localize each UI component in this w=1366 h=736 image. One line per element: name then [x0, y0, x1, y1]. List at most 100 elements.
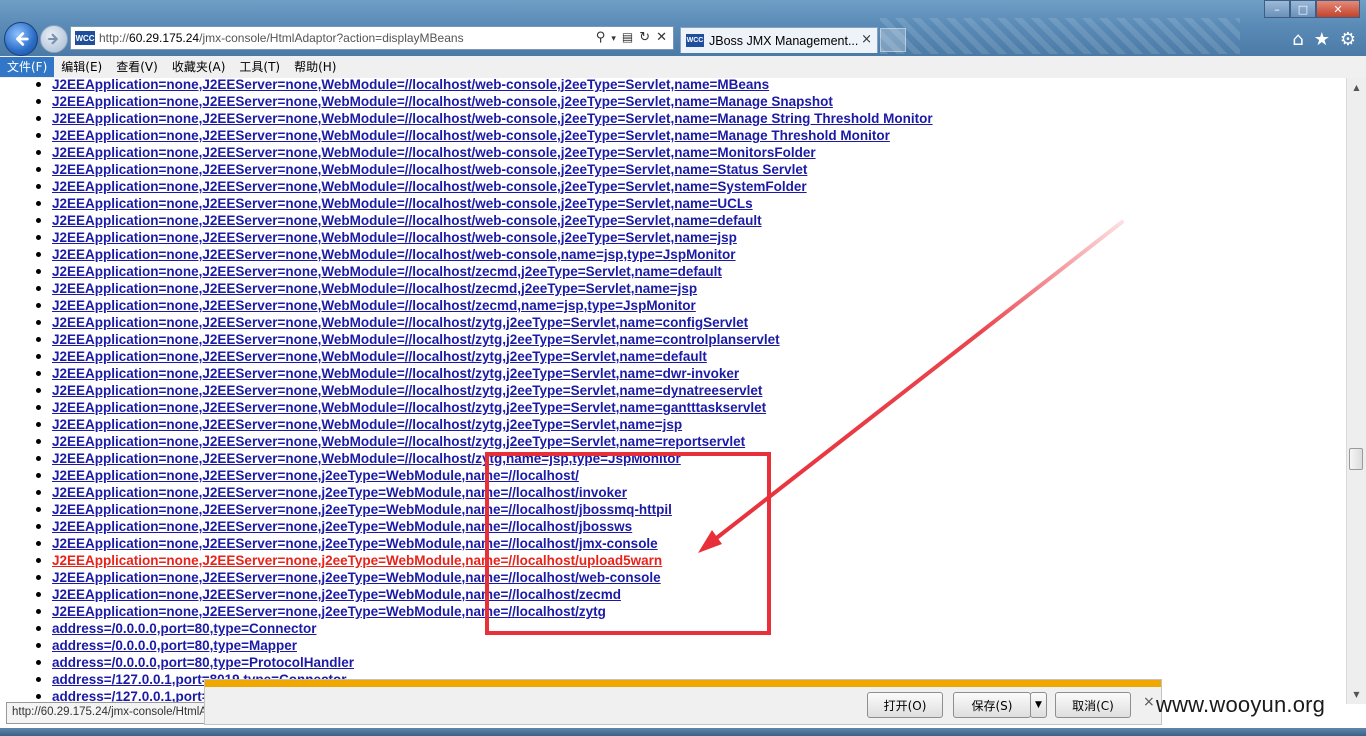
favorites-star-icon[interactable]: ★ [1314, 29, 1330, 50]
list-item: J2EEApplication=none,J2EEServer=none,Web… [34, 93, 933, 110]
mbean-link[interactable]: address=/0.0.0.0,port=80,type=ProtocolHa… [52, 655, 354, 670]
mbean-link[interactable]: J2EEApplication=none,J2EEServer=none,Web… [52, 196, 753, 211]
mbean-link[interactable]: J2EEApplication=none,J2EEServer=none,Web… [52, 145, 816, 160]
mbean-link[interactable]: J2EEApplication=none,J2EEServer=none,Web… [52, 230, 737, 245]
mbean-link[interactable]: J2EEApplication=none,J2EEServer=none,Web… [52, 162, 807, 177]
mbean-link[interactable]: J2EEApplication=none,J2EEServer=none,Web… [52, 434, 745, 449]
cancel-button[interactable]: 取消(C) [1055, 692, 1131, 718]
menu-item-1[interactable]: 编辑(E) [54, 57, 109, 77]
mbean-link[interactable]: J2EEApplication=none,J2EEServer=none,Web… [52, 349, 707, 364]
list-item: address=/0.0.0.0,port=80,type=ProtocolHa… [34, 654, 933, 671]
mbean-link[interactable]: J2EEApplication=none,J2EEServer=none,Web… [52, 111, 933, 126]
mbean-link[interactable]: J2EEApplication=none,J2EEServer=none,Web… [52, 383, 762, 398]
search-icon[interactable]: ⚲ [596, 30, 606, 48]
list-item: J2EEApplication=none,J2EEServer=none,j2e… [34, 518, 933, 535]
mbean-link[interactable]: J2EEApplication=none,J2EEServer=none,Web… [52, 179, 807, 194]
list-item: J2EEApplication=none,J2EEServer=none,Web… [34, 144, 933, 161]
tab-favicon-icon: WCC [686, 34, 704, 47]
list-item: J2EEApplication=none,J2EEServer=none,j2e… [34, 603, 933, 620]
mbean-link[interactable]: J2EEApplication=none,J2EEServer=none,j2e… [52, 587, 621, 602]
address-url[interactable]: http://60.29.175.24/jmx-console/HtmlAdap… [99, 31, 464, 45]
window-controls: – □ ✕ [1264, 0, 1360, 18]
mbean-link[interactable]: J2EEApplication=none,J2EEServer=none,Web… [52, 213, 762, 228]
list-item: J2EEApplication=none,J2EEServer=none,Web… [34, 450, 933, 467]
mbean-link[interactable]: J2EEApplication=none,J2EEServer=none,j2e… [52, 553, 662, 568]
mbean-link[interactable]: J2EEApplication=none,J2EEServer=none,Web… [52, 264, 722, 279]
mbean-link[interactable]: J2EEApplication=none,J2EEServer=none,Web… [52, 417, 682, 432]
scroll-down-arrow-icon[interactable]: ▼ [1349, 687, 1364, 702]
list-item: address=/0.0.0.0,port=80,type=Connector [34, 620, 933, 637]
compatibility-view-icon[interactable]: ▤ [622, 30, 633, 48]
browser-toolbar-icons: ⌂ ★ ⚙ [1292, 29, 1356, 50]
tab-jboss-jmx[interactable]: WCC JBoss JMX Management... × [680, 27, 878, 53]
save-button[interactable]: 保存(S) [953, 692, 1031, 718]
list-item: J2EEApplication=none,J2EEServer=none,j2e… [34, 552, 933, 569]
stop-icon[interactable]: ✕ [656, 30, 667, 48]
mbean-link[interactable]: J2EEApplication=none,J2EEServer=none,j2e… [52, 468, 579, 483]
menu-item-4[interactable]: 工具(T) [232, 57, 287, 77]
mbean-link[interactable]: J2EEApplication=none,J2EEServer=none,Web… [52, 247, 736, 262]
mbean-link[interactable]: J2EEApplication=none,J2EEServer=none,j2e… [52, 485, 627, 500]
tab-close-icon[interactable]: × [861, 32, 872, 47]
mbean-link[interactable]: address=/0.0.0.0,port=80,type=Mapper [52, 638, 297, 653]
menu-item-0[interactable]: 文件(F) [0, 57, 55, 77]
mbean-list: J2EEApplication=none,J2EEServer=none,Web… [34, 78, 933, 704]
mbean-link[interactable]: address=/0.0.0.0,port=80,type=Connector [52, 621, 316, 636]
download-notification-bar: 打开(O) 保存(S) ▼ 取消(C) × [204, 679, 1162, 725]
mbean-link[interactable]: J2EEApplication=none,J2EEServer=none,Web… [52, 78, 769, 92]
list-item: J2EEApplication=none,J2EEServer=none,Web… [34, 246, 933, 263]
address-bar[interactable]: WCC http://60.29.175.24/jmx-console/Html… [70, 26, 674, 50]
menu-item-2[interactable]: 查看(V) [109, 57, 165, 77]
menu-item-5[interactable]: 帮助(H) [287, 57, 343, 77]
mbean-link[interactable]: J2EEApplication=none,J2EEServer=none,Web… [52, 94, 833, 109]
new-tab-button[interactable] [880, 28, 906, 52]
download-message [223, 694, 783, 708]
mbean-link[interactable]: J2EEApplication=none,J2EEServer=none,Web… [52, 281, 697, 296]
minimize-button[interactable]: – [1264, 0, 1290, 18]
download-bar-stripe [205, 680, 1161, 687]
list-item: J2EEApplication=none,J2EEServer=none,Web… [34, 280, 933, 297]
forward-button[interactable] [40, 25, 68, 53]
scroll-up-arrow-icon[interactable]: ▲ [1349, 80, 1364, 95]
page-content: J2EEApplication=none,J2EEServer=none,Web… [0, 78, 1346, 704]
refresh-icon[interactable]: ↻ [639, 30, 650, 48]
tab-title: JBoss JMX Management... [709, 33, 859, 48]
vertical-scrollbar[interactable]: ▲ ▼ [1346, 78, 1366, 704]
mbean-link[interactable]: J2EEApplication=none,J2EEServer=none,Web… [52, 451, 681, 466]
mbean-link[interactable]: J2EEApplication=none,J2EEServer=none,Web… [52, 298, 696, 313]
list-item: J2EEApplication=none,J2EEServer=none,Web… [34, 195, 933, 212]
scrollbar-thumb[interactable] [1349, 448, 1363, 470]
list-item: J2EEApplication=none,J2EEServer=none,j2e… [34, 586, 933, 603]
list-item: J2EEApplication=none,J2EEServer=none,Web… [34, 212, 933, 229]
list-item: J2EEApplication=none,J2EEServer=none,Web… [34, 110, 933, 127]
mbean-link[interactable]: J2EEApplication=none,J2EEServer=none,j2e… [52, 536, 658, 551]
save-options-dropdown-icon[interactable]: ▼ [1030, 692, 1047, 718]
list-item: J2EEApplication=none,J2EEServer=none,Web… [34, 263, 933, 280]
open-button[interactable]: 打开(O) [867, 692, 943, 718]
maximize-button[interactable]: □ [1290, 0, 1316, 18]
mbean-link[interactable]: J2EEApplication=none,J2EEServer=none,Web… [52, 366, 739, 381]
list-item: J2EEApplication=none,J2EEServer=none,Web… [34, 229, 933, 246]
list-item: J2EEApplication=none,J2EEServer=none,Web… [34, 297, 933, 314]
list-item: J2EEApplication=none,J2EEServer=none,j2e… [34, 484, 933, 501]
back-button[interactable] [4, 22, 38, 56]
gear-icon[interactable]: ⚙ [1340, 29, 1356, 50]
mbean-link[interactable]: J2EEApplication=none,J2EEServer=none,Web… [52, 315, 748, 330]
mbean-link[interactable]: J2EEApplication=none,J2EEServer=none,j2e… [52, 502, 672, 517]
dropdown-arrow-icon[interactable]: ▾ [611, 30, 616, 48]
mbean-link[interactable]: J2EEApplication=none,J2EEServer=none,Web… [52, 128, 890, 143]
list-item: J2EEApplication=none,J2EEServer=none,j2e… [34, 535, 933, 552]
mbean-link[interactable]: J2EEApplication=none,J2EEServer=none,j2e… [52, 604, 606, 619]
site-favicon-icon: WCC [75, 31, 95, 45]
mbean-link[interactable]: J2EEApplication=none,J2EEServer=none,j2e… [52, 570, 661, 585]
taskbar [0, 728, 1366, 736]
close-icon[interactable]: × [1143, 694, 1155, 710]
mbean-link[interactable]: J2EEApplication=none,J2EEServer=none,Web… [52, 332, 780, 347]
mbean-link[interactable]: J2EEApplication=none,J2EEServer=none,Web… [52, 400, 766, 415]
list-item: J2EEApplication=none,J2EEServer=none,Web… [34, 314, 933, 331]
close-window-button[interactable]: ✕ [1316, 0, 1360, 18]
list-item: J2EEApplication=none,J2EEServer=none,j2e… [34, 501, 933, 518]
mbean-link[interactable]: J2EEApplication=none,J2EEServer=none,j2e… [52, 519, 632, 534]
home-icon[interactable]: ⌂ [1292, 29, 1303, 50]
menu-item-3[interactable]: 收藏夹(A) [165, 57, 233, 77]
